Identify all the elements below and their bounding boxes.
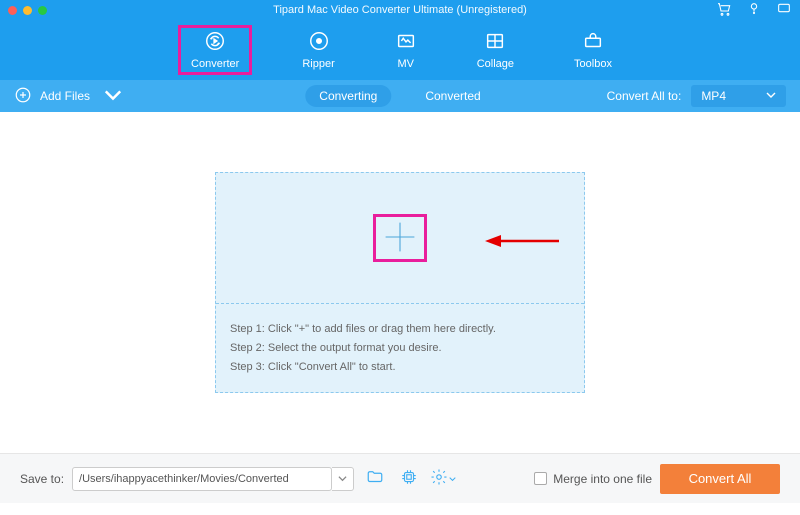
nav-label: Converter: [191, 58, 239, 70]
window-titlebar: Tipard Mac Video Converter Ultimate (Unr…: [0, 0, 800, 20]
footer-bar: Save to: /Users/ihappyacethinker/Movies/…: [0, 453, 800, 503]
nav-label: MV: [397, 58, 414, 70]
open-folder-button[interactable]: [362, 467, 388, 491]
converter-icon: [204, 30, 226, 55]
tab-converting[interactable]: Converting: [305, 85, 391, 107]
plus-circle-icon: [14, 86, 32, 107]
add-file-plus-button[interactable]: [373, 214, 427, 262]
annotation-arrow: [481, 231, 561, 254]
gear-icon: [430, 468, 448, 489]
sub-toolbar: Add Files Converting Converted Convert A…: [0, 80, 800, 112]
toolbox-icon: [582, 30, 604, 55]
mv-icon: [395, 30, 417, 55]
convert-all-button[interactable]: Convert All: [660, 464, 780, 494]
save-to-label: Save to:: [20, 472, 64, 486]
folder-icon: [366, 468, 384, 489]
instruction-step: Step 3: Click "Convert All" to start.: [230, 361, 570, 373]
workspace: Step 1: Click "+" to add files or drag t…: [0, 112, 800, 453]
main-nav: Converter Ripper MV Collage Toolbox: [0, 20, 800, 80]
instruction-step: Step 1: Click "+" to add files or drag t…: [230, 323, 570, 335]
format-value: MP4: [701, 89, 726, 103]
gpu-accel-button[interactable]: [396, 467, 422, 491]
merge-label: Merge into one file: [553, 472, 652, 486]
nav-label: Ripper: [302, 58, 334, 70]
output-format-select[interactable]: MP4: [691, 85, 786, 107]
collage-icon: [484, 30, 506, 55]
tab-collage[interactable]: Collage: [467, 28, 524, 72]
chevron-down-icon: [766, 89, 776, 103]
tab-ripper[interactable]: Ripper: [292, 28, 344, 72]
chevron-down-icon: [104, 86, 122, 107]
save-path-dropdown[interactable]: [332, 467, 354, 491]
file-dropzone[interactable]: Step 1: Click "+" to add files or drag t…: [215, 172, 585, 393]
tab-mv[interactable]: MV: [385, 28, 427, 72]
tab-converted[interactable]: Converted: [411, 85, 494, 107]
convert-all-to-label: Convert All to:: [607, 89, 682, 103]
save-path-field[interactable]: /Users/ihappyacethinker/Movies/Converted: [72, 467, 332, 491]
add-files-label: Add Files: [40, 89, 90, 103]
instructions: Step 1: Click "+" to add files or drag t…: [216, 303, 584, 392]
save-path-value: /Users/ihappyacethinker/Movies/Converted: [79, 473, 289, 485]
merge-checkbox[interactable]: Merge into one file: [534, 472, 652, 486]
tab-converter[interactable]: Converter: [178, 25, 252, 75]
checkbox-box: [534, 472, 547, 485]
instruction-step: Step 2: Select the output format you des…: [230, 342, 570, 354]
nav-label: Collage: [477, 58, 514, 70]
tab-toolbox[interactable]: Toolbox: [564, 28, 622, 72]
chip-icon: [400, 468, 418, 489]
add-files-button[interactable]: Add Files: [14, 86, 122, 107]
plus-icon: [382, 219, 418, 258]
settings-button[interactable]: [430, 467, 456, 491]
ripper-icon: [308, 30, 330, 55]
status-tabs: Converting Converted: [305, 85, 494, 107]
window-title: Tipard Mac Video Converter Ultimate (Unr…: [0, 4, 800, 16]
nav-label: Toolbox: [574, 58, 612, 70]
